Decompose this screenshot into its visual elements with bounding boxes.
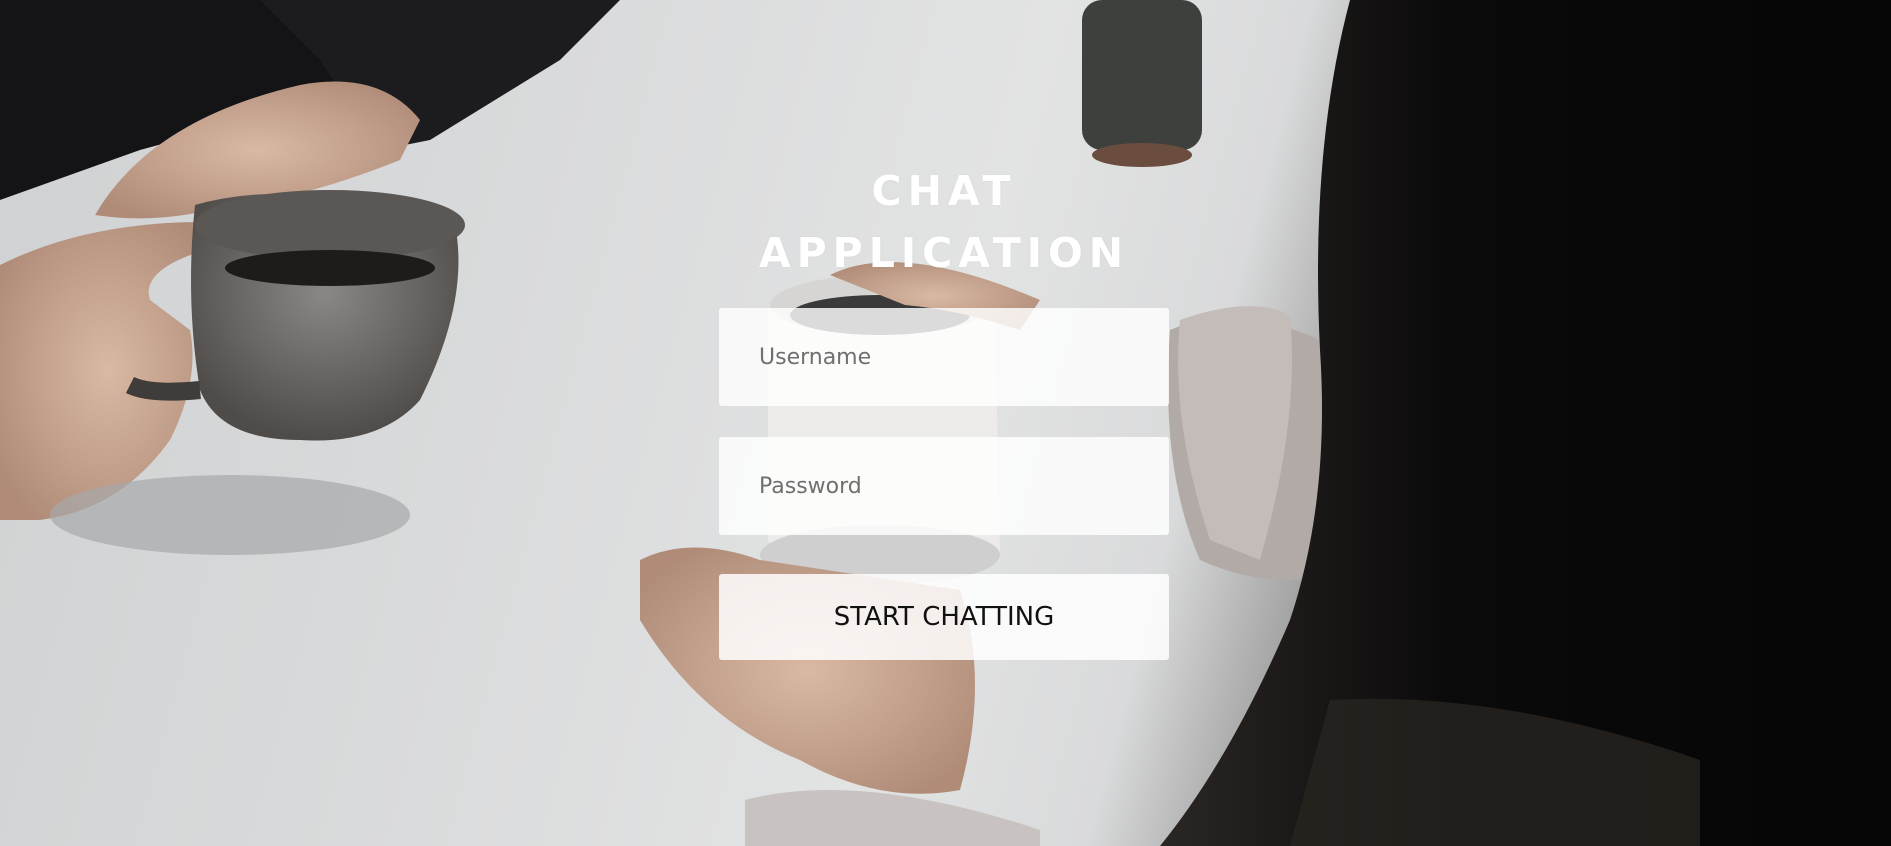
username-input[interactable] bbox=[719, 308, 1169, 406]
app-title: CHAT APPLICATION bbox=[758, 167, 1130, 277]
login-form: CHAT APPLICATION START CHATTING bbox=[719, 160, 1169, 660]
start-chatting-button[interactable]: START CHATTING bbox=[719, 574, 1169, 660]
password-input[interactable] bbox=[719, 437, 1169, 535]
login-screen: CHAT APPLICATION START CHATTING bbox=[0, 0, 1891, 846]
